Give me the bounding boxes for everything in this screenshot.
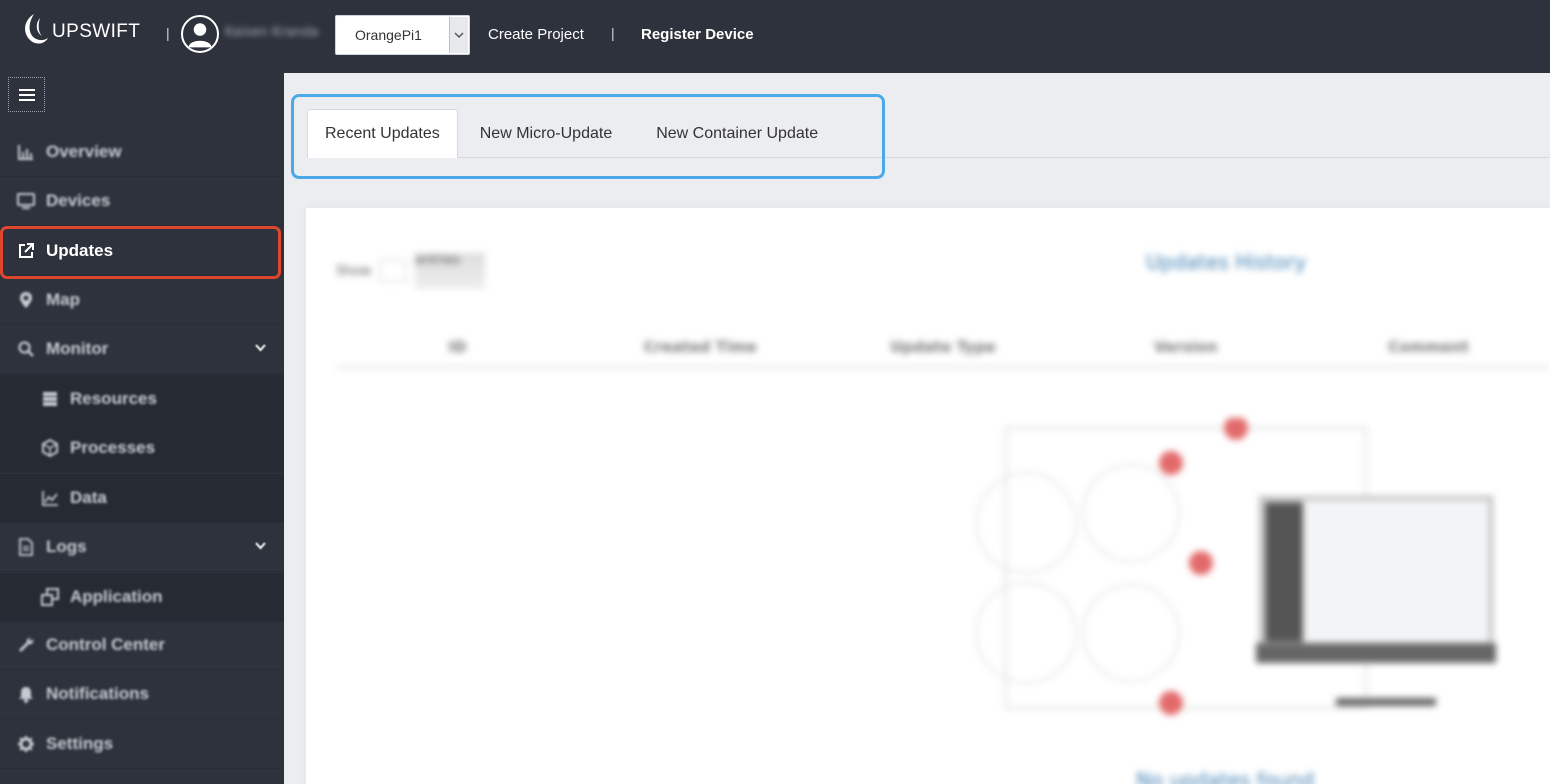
sidebar-item-application[interactable]: Application: [0, 573, 284, 622]
wrench-icon: [16, 635, 36, 655]
server-icon: [40, 389, 60, 409]
sidebar-item-label: Application: [70, 587, 163, 606]
updates-history-title: Updates History: [1146, 250, 1307, 274]
updates-panel: Show entries Updates History ID Created …: [306, 208, 1550, 784]
sidebar-item-monitor[interactable]: Monitor: [0, 325, 284, 374]
sidebar-item-map[interactable]: Map: [0, 276, 284, 325]
column-header[interactable]: Created Time: [579, 328, 822, 366]
show-label: Show: [336, 263, 372, 279]
sidebar-item-data[interactable]: Data: [0, 474, 284, 523]
hamburger-menu-button[interactable]: [8, 77, 45, 112]
project-select-value: OrangePi1: [355, 27, 422, 43]
sidebar-item-label: Data: [70, 488, 107, 507]
sidebar-item-logs[interactable]: Logs: [0, 523, 284, 572]
project-select[interactable]: OrangePi1: [335, 15, 470, 55]
sidebar-item-notifications[interactable]: Notifications: [0, 670, 284, 719]
bell-icon: [16, 684, 36, 704]
separator: |: [611, 25, 615, 41]
file-icon: [16, 537, 36, 557]
sidebar-item-label: Control Center: [46, 635, 165, 654]
separator: |: [166, 25, 170, 41]
sidebar-item-resources[interactable]: Resources: [0, 375, 284, 424]
user-icon: [188, 23, 212, 48]
cube-icon: [40, 438, 60, 458]
sidebar-item-label: Settings: [46, 734, 114, 753]
empty-state-text: No updates found: [1136, 768, 1315, 784]
column-header[interactable]: Update Type: [822, 328, 1065, 366]
column-header[interactable]: Version: [1064, 328, 1307, 366]
username[interactable]: Kaisen Kranda: [225, 25, 318, 40]
hamburger-icon: [18, 88, 35, 101]
search-icon: [16, 339, 36, 359]
chevron-down-icon[interactable]: [449, 17, 468, 53]
sidebar-item-label: Devices: [46, 191, 111, 210]
sidebar-item-control-center[interactable]: Control Center: [0, 621, 284, 670]
chevron-down-icon[interactable]: [255, 344, 266, 352]
sidebar-item-label: Map: [46, 290, 80, 309]
sidebar-item-devices[interactable]: Devices: [0, 177, 284, 226]
column-header[interactable]: ID: [336, 328, 579, 366]
active-item-highlight: [0, 226, 281, 279]
line-chart-icon: [40, 488, 60, 508]
sidebar-item-label: Notifications: [46, 684, 149, 703]
sidebar-item-label: Overview: [46, 142, 122, 161]
create-project-link[interactable]: Create Project: [488, 26, 584, 43]
logo-icon: [25, 14, 48, 44]
avatar[interactable]: [181, 15, 219, 53]
sidebar-item-label: Monitor: [46, 339, 109, 358]
sidebar-item-label: Resources: [70, 389, 157, 408]
entries-selector[interactable]: Show entries: [336, 253, 486, 289]
logo-text: UPSWIFT: [52, 21, 141, 42]
sidebar-item-overview[interactable]: Overview: [0, 128, 284, 177]
chevron-down-icon[interactable]: [255, 542, 266, 550]
top-bar: UPSWIFT | Kaisen Kranda OrangePi1 Create…: [0, 0, 1550, 73]
sidebar-item-settings[interactable]: Settings: [0, 720, 284, 769]
tabs-highlight: [291, 94, 885, 179]
upswift-logo[interactable]: UPSWIFT: [18, 12, 140, 48]
sidebar-item-label: Logs: [46, 537, 87, 556]
updates-table-header: ID Created Time Update Type Version Comm…: [336, 328, 1550, 368]
column-header[interactable]: Comment: [1307, 328, 1550, 366]
windows-icon: [40, 587, 60, 607]
monitor-icon: [16, 191, 36, 211]
entries-label: entries: [415, 253, 486, 289]
register-device-link[interactable]: Register Device: [641, 26, 754, 43]
entries-count-select[interactable]: [379, 260, 408, 282]
sidebar-item-label: Processes: [70, 438, 156, 457]
empty-state-illustration: [975, 418, 1496, 715]
gear-icon: [16, 734, 36, 754]
map-pin-icon: [16, 290, 36, 310]
main-content: Recent Updates New Micro-Update New Cont…: [284, 73, 1550, 784]
chart-icon: [16, 142, 36, 162]
sidebar-item-processes[interactable]: Processes: [0, 424, 284, 473]
